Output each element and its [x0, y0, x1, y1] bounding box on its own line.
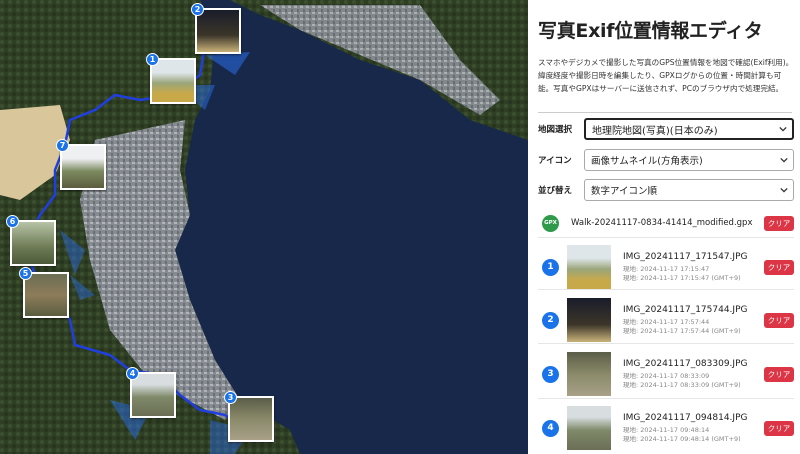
- photo-thumbnail: [197, 10, 239, 52]
- map-marker-1[interactable]: 1: [146, 53, 196, 104]
- photo-thumbnail: [152, 60, 194, 102]
- sort-select-label: 並び替え: [538, 186, 573, 196]
- sort-select-value: 数字アイコン順: [591, 186, 658, 197]
- photo-thumbnail: [567, 406, 611, 450]
- icon-select[interactable]: 画像サムネイル(方角表示): [584, 149, 794, 171]
- map-select-row: 地図選択 地理院地図(写真)(日本のみ): [538, 118, 794, 140]
- marker-number: 5: [19, 267, 32, 280]
- icon-select-label: アイコン: [538, 156, 572, 166]
- photo-datetime-tz: 現地: 2024-11-17 17:15:47 (GMT+9): [623, 273, 741, 282]
- photo-list-item[interactable]: 4 IMG_20241117_094814.JPG 現地: 2024-11-17…: [542, 399, 794, 454]
- photo-thumbnail: [132, 374, 174, 416]
- divider: [538, 112, 792, 113]
- icon-select-value: 画像サムネイル(方角表示): [591, 156, 703, 167]
- map-marker-4[interactable]: 4: [126, 367, 176, 418]
- gpx-clear-button[interactable]: クリア: [764, 215, 794, 231]
- chevron-down-icon: [780, 157, 788, 163]
- photo-info: IMG_20241117_175744.JPG 現地: 2024-11-17 1…: [623, 305, 764, 336]
- side-panel: 写真Exif位置情報エディタ スマホやデジカメで撮影した写真のGPS位置情報を地…: [528, 0, 800, 454]
- map-marker-3[interactable]: 3: [224, 391, 274, 442]
- photo-info: IMG_20241117_083309.JPG 現地: 2024-11-17 0…: [623, 359, 764, 390]
- photo-datetime: 現地: 2024-11-17 17:57:44: [623, 317, 710, 326]
- app-description: スマホやデジカメで撮影した写真のGPS位置情報を地図で確認(Exif利用)。緯度…: [538, 58, 794, 93]
- map-select-value: 地理院地図(写真)(日本のみ): [592, 125, 718, 137]
- map-marker-5[interactable]: 5: [19, 267, 69, 318]
- photo-thumbnail: [25, 274, 67, 316]
- photo-datetime: 現地: 2024-11-17 08:33:09: [623, 371, 710, 380]
- sort-select-row: 並び替え 数字アイコン順: [538, 179, 794, 201]
- photo-filename: IMG_20241117_083309.JPG: [623, 358, 748, 369]
- photo-number-badge: 1: [542, 258, 559, 276]
- photo-info: IMG_20241117_094814.JPG 現地: 2024-11-17 0…: [623, 413, 764, 444]
- photo-filename: IMG_20241117_094814.JPG: [623, 412, 748, 423]
- photo-clear-button[interactable]: クリア: [764, 366, 794, 382]
- photo-info: IMG_20241117_171547.JPG 現地: 2024-11-17 1…: [623, 252, 764, 283]
- photo-datetime: 現地: 2024-11-17 09:48:14: [623, 425, 710, 434]
- marker-number: 7: [56, 139, 69, 152]
- photo-thumbnail: [567, 245, 611, 289]
- photo-list-item[interactable]: 2 IMG_20241117_175744.JPG 現地: 2024-11-17…: [542, 291, 794, 349]
- gpx-filename: Walk-20241117-0834-41414_modified.gpx: [571, 218, 753, 228]
- icon-select-row: アイコン 画像サムネイル(方角表示): [538, 149, 794, 171]
- photo-datetime: 現地: 2024-11-17 17:15:47: [623, 264, 710, 273]
- map-select-label: 地図選択: [538, 125, 573, 135]
- chevron-down-icon: [780, 187, 788, 193]
- photo-datetime-tz: 現地: 2024-11-17 17:57:44 (GMT+9): [623, 326, 741, 335]
- photo-filename: IMG_20241117_171547.JPG: [623, 251, 748, 262]
- chevron-down-icon: [779, 126, 787, 132]
- photo-clear-button[interactable]: クリア: [764, 259, 794, 275]
- photo-filename: IMG_20241117_175744.JPG: [623, 304, 748, 315]
- map-marker-2[interactable]: 2: [191, 3, 241, 54]
- map-marker-6[interactable]: 6: [6, 215, 56, 266]
- marker-number: 2: [191, 3, 204, 16]
- satellite-map: [0, 0, 528, 454]
- map-select[interactable]: 地理院地図(写真)(日本のみ): [584, 118, 794, 140]
- photo-list-item[interactable]: 3 IMG_20241117_083309.JPG 現地: 2024-11-17…: [542, 345, 794, 403]
- photo-thumbnail: [12, 222, 54, 264]
- map-marker-7[interactable]: 7: [56, 139, 106, 190]
- gpx-file-row: GPX Walk-20241117-0834-41414_modified.gp…: [542, 214, 794, 232]
- marker-number: 3: [224, 391, 237, 404]
- photo-number-badge: 4: [542, 419, 559, 437]
- photo-number-badge: 3: [542, 365, 559, 383]
- map-view[interactable]: 2 1 7 6 5 4 3: [0, 0, 528, 454]
- photo-thumbnail: [567, 352, 611, 396]
- divider: [538, 289, 794, 290]
- photo-clear-button[interactable]: クリア: [764, 420, 794, 436]
- marker-number: 6: [6, 215, 19, 228]
- photo-clear-button[interactable]: クリア: [764, 312, 794, 328]
- photo-thumbnail: [62, 146, 104, 188]
- photo-list-item[interactable]: 1 IMG_20241117_171547.JPG 現地: 2024-11-17…: [542, 238, 794, 296]
- sort-select[interactable]: 数字アイコン順: [584, 179, 794, 201]
- gpx-icon: GPX: [542, 214, 559, 232]
- photo-thumbnail: [230, 398, 272, 440]
- photo-datetime-tz: 現地: 2024-11-17 09:48:14 (GMT+9): [623, 434, 741, 443]
- marker-number: 4: [126, 367, 139, 380]
- photo-number-badge: 2: [542, 311, 559, 329]
- marker-number: 1: [146, 53, 159, 66]
- photo-thumbnail: [567, 298, 611, 342]
- divider: [538, 343, 794, 344]
- page-title: 写真Exif位置情報エディタ: [538, 20, 763, 42]
- photo-datetime-tz: 現地: 2024-11-17 08:33:09 (GMT+9): [623, 380, 741, 389]
